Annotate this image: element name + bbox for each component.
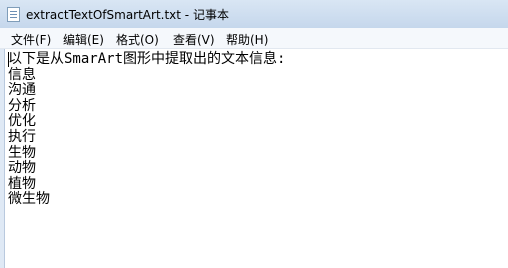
text-line: 分析 bbox=[8, 97, 36, 114]
text-line: 植物 bbox=[8, 175, 36, 192]
window-title: extractTextOfSmartArt.txt - 记事本 bbox=[26, 8, 229, 22]
text-line-header: 以下是从SmarArt图形中提取出的文本信息: bbox=[8, 51, 286, 67]
menu-file[interactable]: 文件(F) bbox=[11, 31, 51, 48]
text-line: 信息 bbox=[8, 66, 36, 83]
text-line: 沟通 bbox=[8, 82, 36, 99]
text-line: 生物 bbox=[8, 144, 36, 161]
menu-help[interactable]: 帮助(H) bbox=[226, 31, 268, 48]
text-editor[interactable]: 以下是从SmarArt图形中提取出的文本信息: 信息 沟通 分析 优化 执行 生… bbox=[4, 49, 508, 268]
text-line: 微生物 bbox=[8, 191, 50, 208]
menu-edit[interactable]: 编辑(E) bbox=[63, 31, 104, 48]
menu-format[interactable]: 格式(O) bbox=[116, 31, 159, 48]
menu-view[interactable]: 查看(V) bbox=[173, 31, 215, 48]
text-caret bbox=[8, 52, 9, 67]
text-line: 动物 bbox=[8, 160, 36, 177]
notepad-window: extractTextOfSmartArt.txt - 记事本 文件(F) 编辑… bbox=[0, 0, 508, 268]
text-line: 优化 bbox=[8, 113, 36, 130]
menu-bar: 文件(F) 编辑(E) 格式(O) 查看(V) 帮助(H) bbox=[0, 28, 508, 49]
text-content: 以下是从SmarArt图形中提取出的文本信息: 信息 沟通 分析 优化 执行 生… bbox=[8, 51, 508, 208]
text-line: 执行 bbox=[8, 128, 36, 145]
notepad-icon[interactable] bbox=[7, 7, 20, 22]
title-bar[interactable]: extractTextOfSmartArt.txt - 记事本 bbox=[0, 0, 508, 28]
